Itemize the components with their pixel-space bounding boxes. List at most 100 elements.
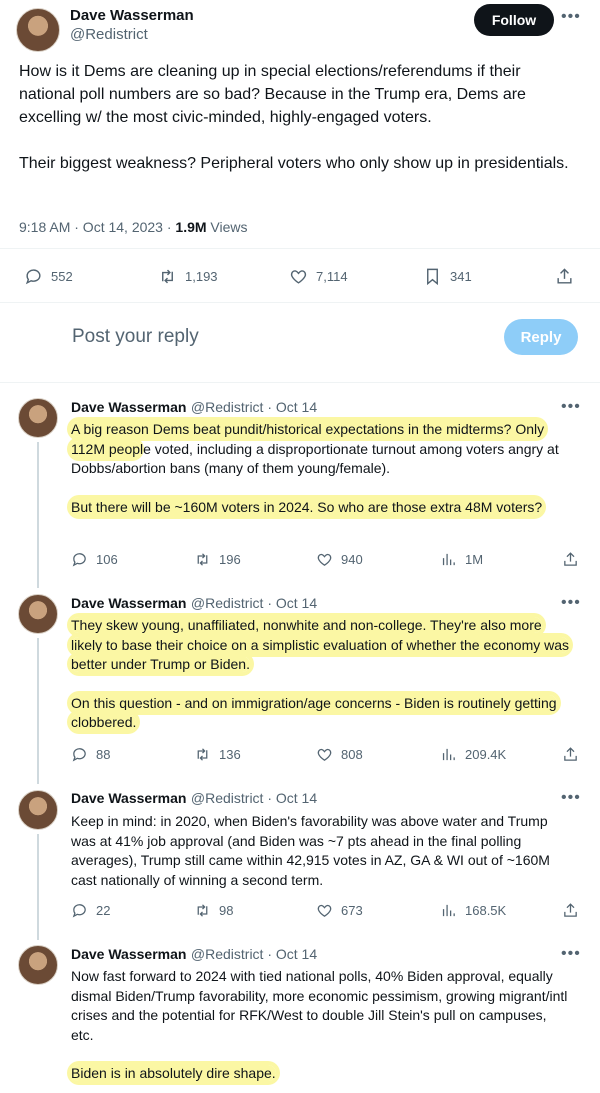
- reply-count: 22: [96, 903, 111, 918]
- like-action[interactable]: 940: [316, 551, 363, 568]
- reply-author-name[interactable]: Dave Wasserman: [71, 790, 186, 806]
- reply-icon: [25, 269, 41, 285]
- reply-avatar[interactable]: [18, 594, 58, 634]
- more-options-icon[interactable]: •••: [561, 398, 581, 416]
- reply-icon: [72, 748, 86, 762]
- author-avatar[interactable]: [16, 8, 60, 52]
- repost-action[interactable]: 1,193: [158, 267, 218, 286]
- reply-header: Dave Wasserman @Redistrict · Oct 14: [71, 399, 317, 417]
- reply-handle-date[interactable]: @Redistrict · Oct 14: [191, 946, 317, 962]
- reply-header: Dave Wasserman @Redistrict · Oct 14: [71, 946, 317, 964]
- more-options-icon[interactable]: •••: [561, 594, 581, 612]
- like-count: 7,114: [316, 269, 348, 284]
- analytics-icon: [442, 904, 455, 917]
- reply-action[interactable]: 22: [71, 902, 110, 919]
- views-count: 168.5K: [465, 903, 507, 918]
- reply-paragraph: Keep in mind: in 2020, when Biden's favo…: [71, 813, 550, 888]
- more-options-icon[interactable]: •••: [561, 8, 581, 26]
- bookmark-icon: [427, 268, 438, 286]
- reply-author-name[interactable]: Dave Wasserman: [71, 399, 186, 415]
- more-options-icon[interactable]: •••: [561, 945, 581, 963]
- share-action[interactable]: [562, 902, 579, 919]
- share-icon: [564, 747, 577, 761]
- views-action[interactable]: 209.4K: [440, 746, 506, 763]
- reply-count: 88: [96, 747, 111, 762]
- reply-paragraph: But there will be ~160M voters in 2024. …: [71, 498, 571, 518]
- reply-handle-date[interactable]: @Redistrict · Oct 14: [191, 399, 317, 415]
- like-count: 940: [341, 552, 363, 567]
- reply-input[interactable]: Post your reply: [72, 326, 199, 348]
- reply-action[interactable]: 106: [71, 551, 118, 568]
- views-action[interactable]: 168.5K: [440, 902, 506, 919]
- reply-paragraph: On this question - and on immigration/ag…: [71, 694, 571, 733]
- tweet-timestamp[interactable]: 9:18 AM · Oct 14, 2023 ·: [19, 219, 175, 235]
- repost-icon: [197, 904, 208, 917]
- tweet-body: How is it Dems are cleaning up in specia…: [19, 63, 569, 172]
- reply-action[interactable]: 552: [24, 267, 73, 286]
- reply-paragraph: Now fast forward to 2024 with tied natio…: [71, 968, 568, 1043]
- heart-icon: [317, 748, 332, 761]
- repost-action[interactable]: 136: [194, 746, 241, 763]
- thread-line: [37, 442, 39, 588]
- analytics-icon: [442, 748, 455, 761]
- reply-avatar[interactable]: [18, 945, 58, 985]
- reply-avatar[interactable]: [18, 398, 58, 438]
- heart-icon: [317, 553, 332, 566]
- bookmark-count: 341: [450, 269, 472, 284]
- thread-line: [37, 834, 39, 940]
- follow-button[interactable]: Follow: [474, 4, 554, 36]
- share-action[interactable]: [562, 551, 579, 568]
- reply-action[interactable]: 88: [71, 746, 110, 763]
- reply-body: A big reason Dems beat pundit/historical…: [71, 420, 571, 517]
- reply-avatar[interactable]: [18, 790, 58, 830]
- reply-body: Now fast forward to 2024 with tied natio…: [71, 967, 571, 1084]
- like-action[interactable]: 7,114: [289, 267, 348, 286]
- like-count: 673: [341, 903, 363, 918]
- reply-author-name[interactable]: Dave Wasserman: [71, 595, 186, 611]
- more-options-icon[interactable]: •••: [561, 789, 581, 807]
- repost-count: 98: [219, 903, 234, 918]
- author-handle[interactable]: @Redistrict: [70, 26, 148, 43]
- repost-action[interactable]: 196: [194, 551, 241, 568]
- heart-icon: [317, 904, 332, 917]
- highlighted-text: They skew young, unaffiliated, nonwhite …: [71, 617, 570, 672]
- share-icon: [564, 903, 577, 917]
- analytics-icon: [442, 553, 455, 566]
- author-name[interactable]: Dave Wasserman: [70, 7, 194, 24]
- reply-header: Dave Wasserman @Redistrict · Oct 14: [71, 595, 317, 613]
- like-action[interactable]: 673: [316, 902, 363, 919]
- reply-handle-date[interactable]: @Redistrict · Oct 14: [191, 595, 317, 611]
- thread-line: [37, 638, 39, 784]
- views-count: 1.9M: [175, 219, 207, 235]
- reply-text: le voted, including a disproportionate t…: [71, 440, 559, 477]
- share-action[interactable]: [562, 746, 579, 763]
- reply-author-name[interactable]: Dave Wasserman: [71, 946, 186, 962]
- heart-icon: [290, 270, 307, 284]
- repost-icon: [197, 553, 208, 566]
- highlighted-text: But there will be ~160M voters in 2024. …: [71, 498, 543, 515]
- share-action[interactable]: [555, 267, 574, 286]
- views-label: Views: [206, 219, 248, 235]
- repost-count: 1,193: [185, 269, 218, 284]
- bookmark-action[interactable]: 341: [423, 267, 472, 286]
- repost-action[interactable]: 98: [194, 902, 233, 919]
- highlighted-text: Biden is in absolutely dire shape.: [71, 1065, 276, 1081]
- repost-icon: [162, 269, 173, 284]
- reply-icon: [72, 904, 86, 918]
- reply-handle-date[interactable]: @Redistrict · Oct 14: [191, 790, 317, 806]
- views-action[interactable]: 1M: [440, 551, 483, 568]
- views-count: 209.4K: [465, 747, 507, 762]
- reply-count: 552: [51, 269, 73, 284]
- repost-count: 136: [219, 747, 241, 762]
- like-action[interactable]: 808: [316, 746, 363, 763]
- reply-button[interactable]: Reply: [504, 319, 578, 355]
- reply-paragraph: A big reason Dems beat pundit/historical…: [71, 420, 571, 479]
- divider: [0, 302, 600, 303]
- reply-body: They skew young, unaffiliated, nonwhite …: [71, 616, 571, 733]
- tweet-meta: 9:18 AM · Oct 14, 2023 · 1.9M Views: [19, 219, 248, 235]
- repost-count: 196: [219, 552, 241, 567]
- reply-paragraph: Biden is in absolutely dire shape.: [71, 1064, 571, 1084]
- like-count: 808: [341, 747, 363, 762]
- share-icon: [564, 552, 577, 566]
- share-icon: [557, 268, 572, 284]
